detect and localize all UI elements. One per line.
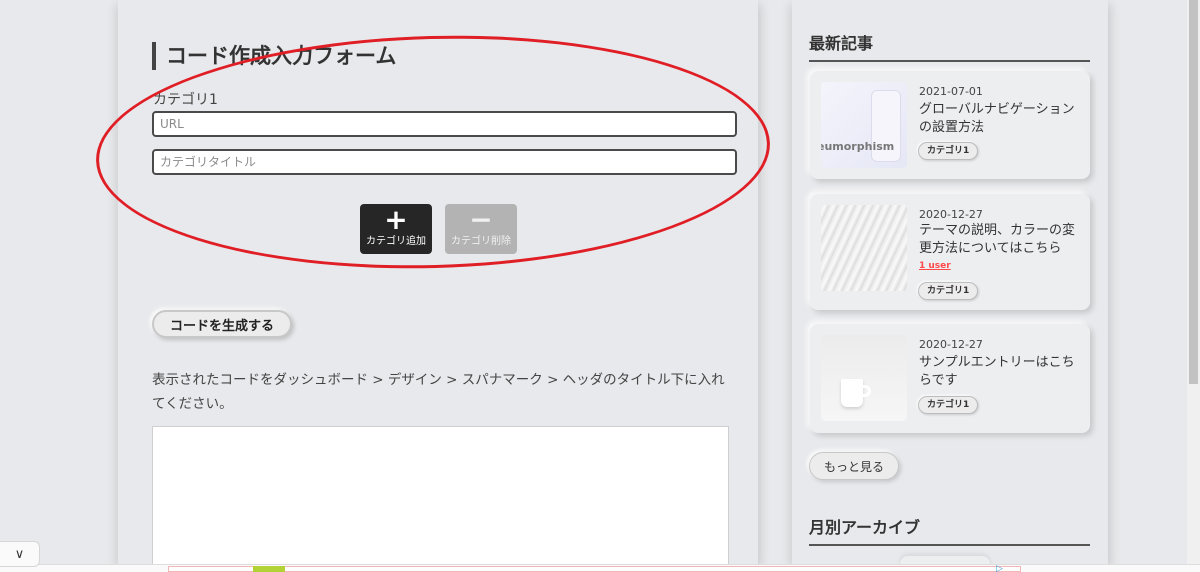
cup-image (841, 379, 863, 407)
category-tag[interactable]: カテゴリ1 (918, 142, 979, 160)
latest-articles-heading: 最新記事 (809, 30, 1090, 62)
article-thumbnail[interactable] (821, 335, 907, 421)
article-date: 2021-07-01 (919, 85, 983, 98)
instructions-text: 表示されたコードをダッシュボード > デザイン > スパナマーク > ヘッダのタ… (152, 372, 725, 412)
delete-category-button[interactable]: − カテゴリ削除 (445, 204, 517, 254)
article-card[interactable]: 2020-12-27 サンプルエントリーはこちらです カテゴリ1 (810, 324, 1090, 433)
generate-code-button[interactable]: コードを生成する (152, 310, 292, 338)
show-more-button[interactable]: もっと見る (809, 452, 899, 480)
article-card[interactable]: eumorphism 2021-07-01 グローバルナビゲーションの設置方法 … (810, 71, 1090, 179)
article-date: 2020-12-27 (919, 208, 983, 221)
generated-code-textarea[interactable] (152, 426, 729, 572)
minus-icon: − (469, 203, 493, 236)
category-tag[interactable]: カテゴリ1 (918, 396, 979, 414)
ad-choices-icon[interactable]: ▷ (996, 564, 1003, 572)
article-date: 2020-12-27 (919, 338, 983, 351)
category-title-input[interactable] (152, 149, 737, 175)
delete-category-label: カテゴリ削除 (451, 236, 511, 247)
chevron-down-icon[interactable]: ∨ (0, 541, 40, 567)
article-title-link[interactable]: グローバルナビゲーションの設置方法 (919, 101, 1084, 137)
article-thumbnail[interactable]: eumorphism (821, 82, 907, 168)
add-category-label: カテゴリ追加 (366, 236, 426, 247)
article-title-link[interactable]: テーマの説明、カラーの変更方法についてはこちら (919, 222, 1084, 258)
ad-banner-accent (253, 566, 285, 572)
scrollbar-thumb[interactable] (1189, 0, 1198, 384)
category-tag[interactable]: カテゴリ1 (918, 282, 979, 300)
add-category-button[interactable]: + カテゴリ追加 (360, 204, 432, 254)
ad-banner[interactable] (168, 566, 1021, 572)
bookmark-user-count[interactable]: 1 user (919, 261, 951, 271)
monthly-archive-heading: 月別アーカイブ (809, 514, 1090, 546)
article-card[interactable]: 2020-12-27 テーマの説明、カラーの変更方法についてはこちら 1 use… (810, 194, 1090, 310)
form-title: コード作成入力フォーム (152, 42, 396, 70)
thumbnail-caption: eumorphism (821, 140, 895, 153)
url-input[interactable] (152, 111, 737, 137)
article-thumbnail[interactable] (821, 205, 907, 291)
category-label: カテゴリ1 (153, 92, 218, 108)
cup-handle (861, 385, 871, 397)
article-title-link[interactable]: サンプルエントリーはこちらです (919, 354, 1084, 390)
plus-icon: + (384, 203, 408, 236)
